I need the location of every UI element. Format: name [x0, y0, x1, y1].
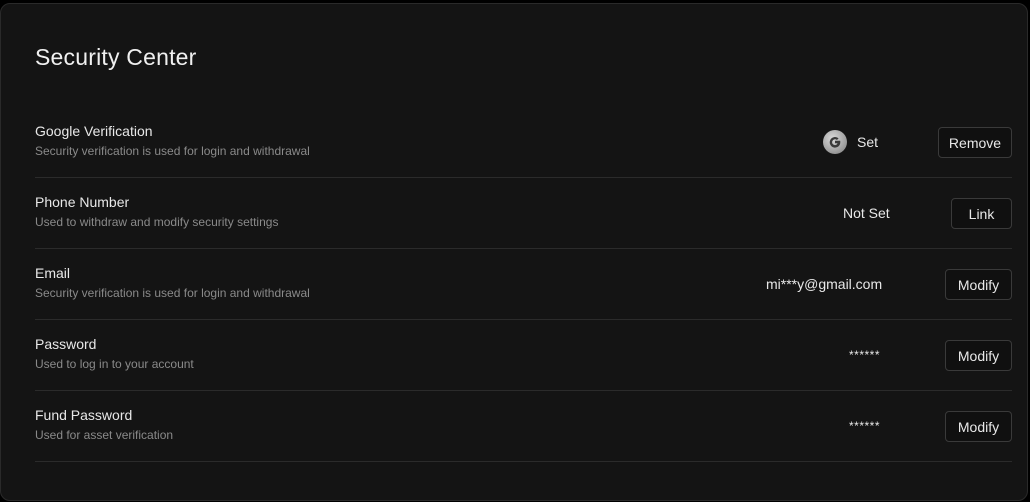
security-settings-list: Google Verification Security verificatio… [35, 107, 1012, 462]
phone-number-status: Not Set [843, 205, 890, 221]
phone-number-row: Phone Number Used to withdraw and modify… [35, 178, 1012, 249]
row-description: Security verification is used for login … [35, 286, 310, 300]
password-masked-value: ****** [849, 348, 881, 362]
modify-password-button[interactable]: Modify [945, 340, 1012, 371]
row-description: Security verification is used for login … [35, 144, 310, 158]
row-label: Phone Number [35, 194, 130, 210]
row-label: Email [35, 265, 71, 281]
link-phone-button[interactable]: Link [951, 198, 1012, 229]
row-description: Used to withdraw and modify security set… [35, 215, 279, 229]
row-description: Used for asset verification [35, 428, 174, 442]
row-label: Password [35, 336, 97, 352]
fund-password-row: Fund Password Used for asset verificatio… [35, 391, 1012, 462]
security-center-panel: Security Center Google Verification Secu… [0, 3, 1028, 501]
row-label: Fund Password [35, 407, 133, 423]
row-label: Google Verification [35, 123, 153, 139]
modify-email-button[interactable]: Modify [945, 269, 1012, 300]
google-authenticator-icon [823, 130, 847, 154]
password-row: Password Used to log in to your account … [35, 320, 1012, 391]
google-verification-status: Set [823, 107, 878, 177]
modify-fund-password-button[interactable]: Modify [945, 411, 1012, 442]
remove-google-verification-button[interactable]: Remove [938, 127, 1012, 158]
google-verification-row: Google Verification Security verificatio… [35, 107, 1012, 178]
row-description: Used to log in to your account [35, 357, 194, 371]
email-row: Email Security verification is used for … [35, 249, 1012, 320]
email-value: mi***y@gmail.com [766, 276, 883, 292]
page-title: Security Center [35, 44, 197, 70]
status-text: Set [857, 134, 879, 150]
fund-password-masked-value: ****** [849, 419, 881, 433]
